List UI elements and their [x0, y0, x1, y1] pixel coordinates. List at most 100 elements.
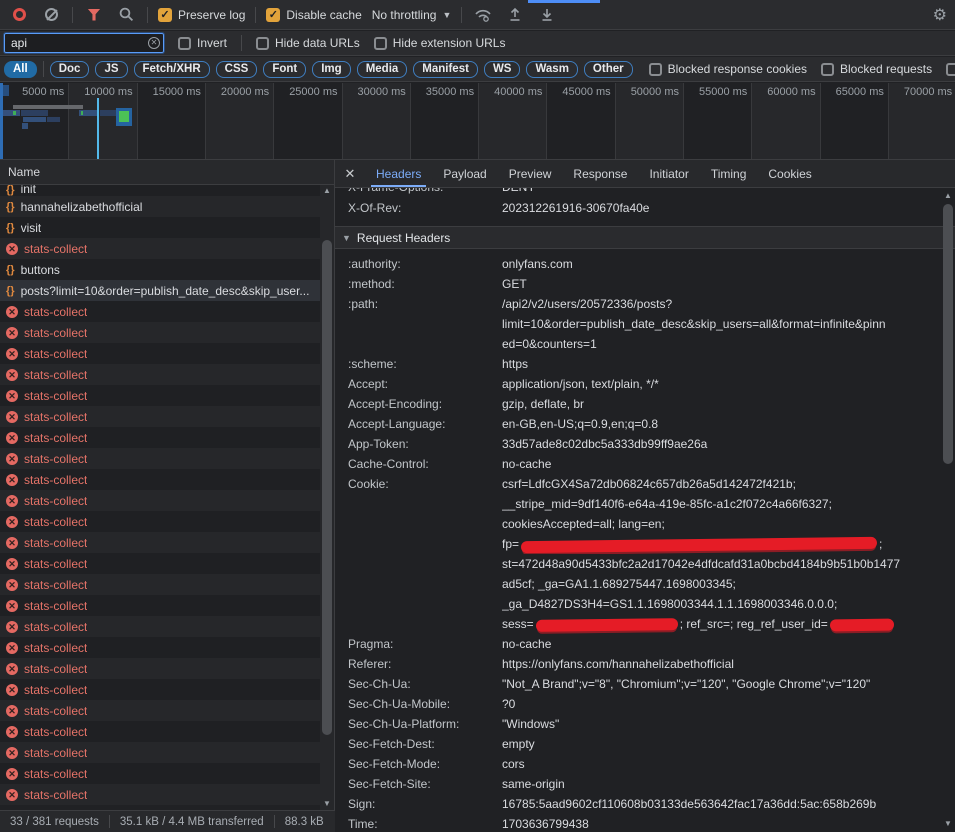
name-column-header[interactable]: Name [0, 160, 334, 185]
tab-payload[interactable]: Payload [432, 160, 497, 187]
filter-pill-wasm[interactable]: Wasm [526, 61, 577, 78]
request-row[interactable]: ✕stats-collect [0, 553, 334, 574]
request-row[interactable]: ✕stats-collect [0, 511, 334, 532]
request-row[interactable]: ✕stats-collect [0, 238, 334, 259]
request-row[interactable]: ✕stats-collect [0, 406, 334, 427]
request-row[interactable]: ✕stats-collect [0, 616, 334, 637]
filter-pill-css[interactable]: CSS [216, 61, 258, 78]
filter-pill-img[interactable]: Img [312, 61, 350, 78]
request-row[interactable]: ✕stats-collect [0, 301, 334, 322]
request-row[interactable]: {}buttons [0, 259, 334, 280]
export-har-button[interactable] [536, 4, 558, 26]
request-row[interactable]: {}posts?limit=10&order=publish_date_desc… [0, 280, 334, 301]
header-value: https://onlyfans.com/hannahelizabethoffi… [502, 654, 955, 674]
request-row[interactable]: ✕stats-collect [0, 700, 334, 721]
request-row[interactable]: {}init [0, 185, 334, 196]
tab-timing[interactable]: Timing [700, 160, 758, 187]
value-text: ; [879, 537, 882, 551]
request-row[interactable]: ✕stats-collect [0, 364, 334, 385]
request-row[interactable]: ✕stats-collect [0, 763, 334, 784]
resources-size: 88.3 kB [285, 816, 324, 828]
error-icon: ✕ [6, 642, 18, 654]
request-row[interactable]: ✕stats-collect [0, 343, 334, 364]
request-headers-section-header[interactable]: ▼ Request Headers [335, 226, 955, 249]
network-conditions-button[interactable] [472, 4, 494, 26]
scroll-down-icon[interactable]: ▼ [941, 818, 955, 830]
clear-filter-icon[interactable]: ✕ [148, 37, 160, 49]
filter-pill-other[interactable]: Other [584, 61, 633, 78]
tab-headers[interactable]: Headers [365, 160, 432, 187]
header-value: onlyfans.com [502, 254, 955, 274]
details-scrollbar[interactable]: ▲ ▼ [941, 188, 955, 832]
fetch-xhr-icon: {} [6, 201, 15, 213]
hide-data-urls-checkbox[interactable]: Hide data URLs [256, 36, 360, 50]
value-text: limit=10&order=publish_date_desc&skip_us… [502, 317, 886, 331]
close-details-button[interactable]: ✕ [335, 160, 365, 187]
record-button[interactable] [8, 4, 30, 26]
preserve-log-checkbox[interactable]: ✓ Preserve log [158, 8, 245, 22]
request-row[interactable]: ✕stats-collect [0, 448, 334, 469]
third-party-requests-checkbox[interactable]: 3rd-party requests [946, 62, 955, 76]
disable-cache-checkbox[interactable]: ✓ Disable cache [266, 8, 361, 22]
header-row: Sec-Fetch-Site:same-origin [335, 774, 955, 794]
hide-extension-urls-checkbox[interactable]: Hide extension URLs [374, 36, 506, 50]
request-row[interactable]: ✕stats-collect [0, 490, 334, 511]
error-icon: ✕ [6, 768, 18, 780]
request-row[interactable]: ✕stats-collect [0, 595, 334, 616]
settings-gear-icon[interactable]: ⚙ [933, 5, 947, 25]
waterfall-bar [23, 117, 46, 122]
filter-input[interactable] [4, 33, 164, 53]
request-name: stats-collect [24, 452, 87, 466]
search-button[interactable] [115, 4, 137, 26]
request-details-panel: ✕ HeadersPayloadPreviewResponseInitiator… [335, 160, 955, 832]
import-har-button[interactable] [504, 4, 526, 26]
request-row[interactable]: ✕stats-collect [0, 427, 334, 448]
request-name: stats-collect [24, 620, 87, 634]
scroll-up-icon[interactable]: ▲ [941, 190, 955, 202]
request-row[interactable]: ✕stats-collect [0, 742, 334, 763]
filter-pill-js[interactable]: JS [95, 61, 127, 78]
clear-button[interactable] [40, 4, 62, 26]
tab-response[interactable]: Response [562, 160, 638, 187]
request-row[interactable]: ✕stats-collect [0, 469, 334, 490]
request-row[interactable]: ✕stats-collect [0, 322, 334, 343]
network-overview-timeline[interactable]: 5000 ms10000 ms15000 ms20000 ms25000 ms3… [0, 83, 955, 160]
request-row[interactable]: ✕stats-collect [0, 658, 334, 679]
scrollbar-thumb[interactable] [322, 240, 332, 735]
filter-pill-font[interactable]: Font [263, 61, 306, 78]
request-row[interactable]: ✕stats-collect [0, 637, 334, 658]
filter-pill-ws[interactable]: WS [484, 61, 521, 78]
request-row[interactable]: ✕stats-collect [0, 784, 334, 805]
blocked-requests-checkbox[interactable]: Blocked requests [821, 62, 932, 76]
request-list-scrollbar[interactable]: ▲ ▼ [320, 185, 334, 810]
timeline-tick-label: 55000 ms [683, 86, 747, 98]
filter-pill-all[interactable]: All [4, 61, 37, 78]
filter-pill-media[interactable]: Media [357, 61, 408, 78]
error-icon: ✕ [6, 306, 18, 318]
scroll-up-icon[interactable]: ▲ [320, 185, 334, 197]
blocked-response-cookies-checkbox[interactable]: Blocked response cookies [649, 62, 807, 76]
tab-initiator[interactable]: Initiator [638, 160, 699, 187]
request-row[interactable]: ✕stats-collect [0, 532, 334, 553]
scrollbar-thumb[interactable] [943, 204, 953, 464]
filter-pill-manifest[interactable]: Manifest [413, 61, 478, 78]
checkbox-unchecked-icon [178, 37, 191, 50]
tab-cookies[interactable]: Cookies [757, 160, 822, 187]
request-row[interactable]: {}hannahelizabethofficial [0, 196, 334, 217]
value-text: ; ref_src=; reg_ref_user_id= [680, 617, 828, 631]
divider [241, 35, 242, 51]
request-row[interactable]: {}visit [0, 217, 334, 238]
request-row[interactable]: ✕stats-collect [0, 679, 334, 700]
filter-pill-fetch-xhr[interactable]: Fetch/XHR [134, 61, 210, 78]
filter-pill-doc[interactable]: Doc [50, 61, 90, 78]
request-row[interactable]: ✕stats-collect [0, 721, 334, 742]
tab-preview[interactable]: Preview [498, 160, 563, 187]
header-row: Time:1703636799438 [335, 814, 955, 832]
request-row[interactable]: ✕stats-collect [0, 385, 334, 406]
error-icon: ✕ [6, 390, 18, 402]
throttling-dropdown[interactable]: No throttling ▼ [372, 8, 452, 22]
invert-checkbox[interactable]: Invert [178, 36, 227, 50]
request-row[interactable]: ✕stats-collect [0, 574, 334, 595]
scroll-down-icon[interactable]: ▼ [320, 798, 334, 810]
filter-button[interactable] [83, 4, 105, 26]
